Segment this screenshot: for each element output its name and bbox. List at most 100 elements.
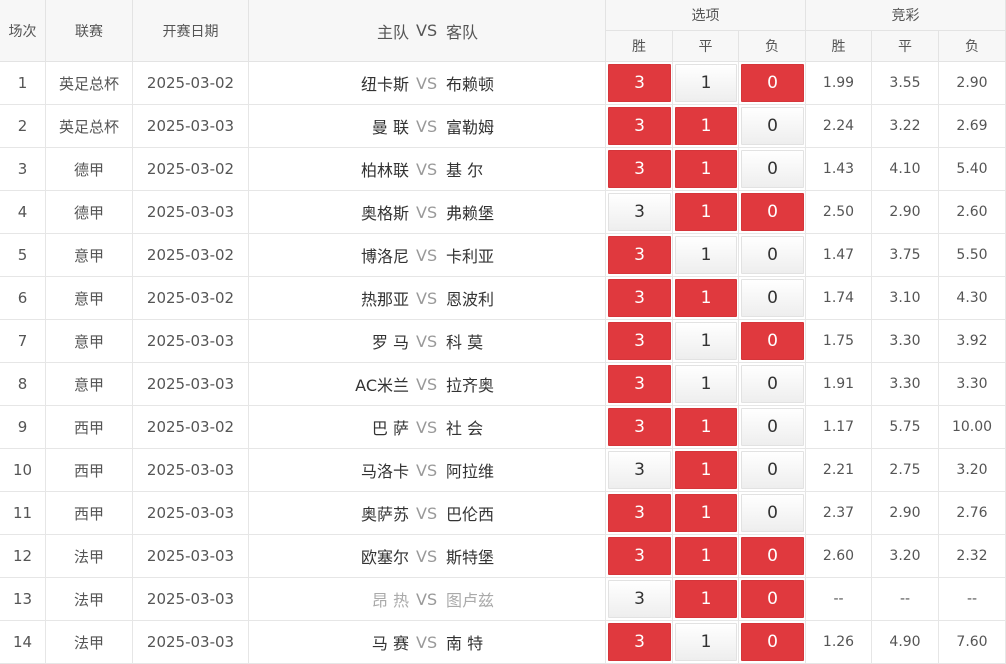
match-date: 2025-03-03	[133, 363, 249, 406]
option-lose-button[interactable]: 0	[741, 580, 804, 618]
odds-lose: 2.60	[939, 191, 1006, 234]
match-index: 10	[0, 449, 46, 492]
odds-lose: 2.69	[939, 105, 1006, 148]
league-name: 英足总杯	[46, 62, 133, 105]
option-win-button[interactable]: 3	[608, 322, 671, 360]
league-name: 西甲	[46, 492, 133, 535]
odds-win: --	[806, 578, 872, 621]
option-lose-button[interactable]: 0	[741, 150, 804, 188]
option-draw-button[interactable]: 1	[675, 279, 737, 317]
option-win-button[interactable]: 3	[608, 107, 671, 145]
option-lose-button[interactable]: 0	[741, 193, 804, 231]
option-win-button[interactable]: 3	[608, 494, 671, 532]
option-win-button[interactable]: 3	[608, 537, 671, 575]
option-draw-button[interactable]: 1	[675, 451, 737, 489]
option-win-button[interactable]: 3	[608, 64, 671, 102]
header-home: 主队	[376, 22, 409, 42]
option-lose-button[interactable]: 0	[741, 64, 804, 102]
option-lose-button[interactable]: 0	[741, 365, 804, 403]
teams-cell: 曼 联 VS 富勒姆	[249, 105, 606, 148]
option-lose-button[interactable]: 0	[741, 408, 804, 446]
away-team: 巴伦西	[446, 505, 495, 524]
option-draw-button[interactable]: 1	[675, 537, 737, 575]
vs-label: VS	[416, 546, 438, 566]
option-lose-button[interactable]: 0	[741, 537, 804, 575]
odds-lose: 10.00	[939, 406, 1006, 449]
odds-draw: --	[872, 578, 939, 621]
option-win-button[interactable]: 3	[608, 279, 671, 317]
league-name: 法甲	[46, 621, 133, 664]
away-team: 卡利亚	[446, 247, 495, 266]
header-idx: 场次	[0, 0, 46, 62]
option-lose-button[interactable]: 0	[741, 279, 804, 317]
header-opt-draw: 平	[673, 31, 739, 62]
match-index: 5	[0, 234, 46, 277]
away-team: 图卢兹	[446, 591, 495, 610]
odds-lose: 2.90	[939, 62, 1006, 105]
match-date: 2025-03-02	[133, 406, 249, 449]
teams-cell: 欧塞尔 VS 斯特堡	[249, 535, 606, 578]
vs-label: VS	[416, 73, 438, 93]
header-options: 选项	[606, 0, 806, 31]
away-team: 斯特堡	[446, 548, 495, 567]
option-win-button[interactable]: 3	[608, 408, 671, 446]
odds-win: 2.21	[806, 449, 872, 492]
option-lose-button[interactable]: 0	[741, 451, 804, 489]
option-draw-button[interactable]: 1	[675, 494, 737, 532]
odds-lose: 4.30	[939, 277, 1006, 320]
odds-lose: 3.92	[939, 320, 1006, 363]
option-draw-button[interactable]: 1	[675, 236, 737, 274]
home-team: 柏林联	[360, 161, 409, 180]
option-win-button[interactable]: 3	[608, 580, 671, 618]
odds-lose: 2.76	[939, 492, 1006, 535]
odds-win: 1.99	[806, 62, 872, 105]
away-team: 恩波利	[446, 290, 495, 309]
vs-label: VS	[416, 331, 438, 351]
vs-label: VS	[416, 417, 438, 437]
option-win-button[interactable]: 3	[608, 451, 671, 489]
option-win-button[interactable]: 3	[608, 236, 671, 274]
header-opt-lose: 负	[739, 31, 806, 62]
teams-cell: 马 赛 VS 南 特	[249, 621, 606, 664]
header-teams: 主队 VS 客队	[249, 0, 606, 62]
option-draw-button[interactable]: 1	[675, 150, 737, 188]
odds-win: 2.24	[806, 105, 872, 148]
teams-cell: AC米兰 VS 拉齐奥	[249, 363, 606, 406]
away-team: 富勒姆	[446, 118, 495, 137]
odds-lose: 5.50	[939, 234, 1006, 277]
odds-draw: 3.20	[872, 535, 939, 578]
option-draw-button[interactable]: 1	[675, 623, 737, 661]
odds-draw: 2.90	[872, 191, 939, 234]
header-date: 开赛日期	[133, 0, 249, 62]
home-team: 马洛卡	[360, 462, 409, 481]
option-draw-button[interactable]: 1	[675, 322, 737, 360]
option-draw-button[interactable]: 1	[675, 365, 737, 403]
odds-win: 1.75	[806, 320, 872, 363]
option-win-button[interactable]: 3	[608, 193, 671, 231]
option-lose-button[interactable]: 0	[741, 107, 804, 145]
option-lose-button[interactable]: 0	[741, 623, 804, 661]
home-team: 巴 萨	[371, 419, 409, 438]
odds-lose: 3.30	[939, 363, 1006, 406]
vs-label: VS	[416, 159, 438, 179]
home-team: 马 赛	[371, 634, 409, 653]
odds-win: 2.50	[806, 191, 872, 234]
option-draw-button[interactable]: 1	[675, 193, 737, 231]
option-win-button[interactable]: 3	[608, 623, 671, 661]
league-name: 意甲	[46, 277, 133, 320]
option-lose-button[interactable]: 0	[741, 236, 804, 274]
match-date: 2025-03-03	[133, 320, 249, 363]
option-draw-button[interactable]: 1	[675, 64, 737, 102]
odds-win: 1.43	[806, 148, 872, 191]
option-draw-button[interactable]: 1	[675, 107, 737, 145]
option-lose-button[interactable]: 0	[741, 322, 804, 360]
match-date: 2025-03-03	[133, 578, 249, 621]
away-team: 社 会	[446, 419, 484, 438]
option-win-button[interactable]: 3	[608, 150, 671, 188]
odds-lose: --	[939, 578, 1006, 621]
vs-label: VS	[416, 116, 438, 136]
option-win-button[interactable]: 3	[608, 365, 671, 403]
option-draw-button[interactable]: 1	[675, 408, 737, 446]
option-lose-button[interactable]: 0	[741, 494, 804, 532]
option-draw-button[interactable]: 1	[675, 580, 737, 618]
